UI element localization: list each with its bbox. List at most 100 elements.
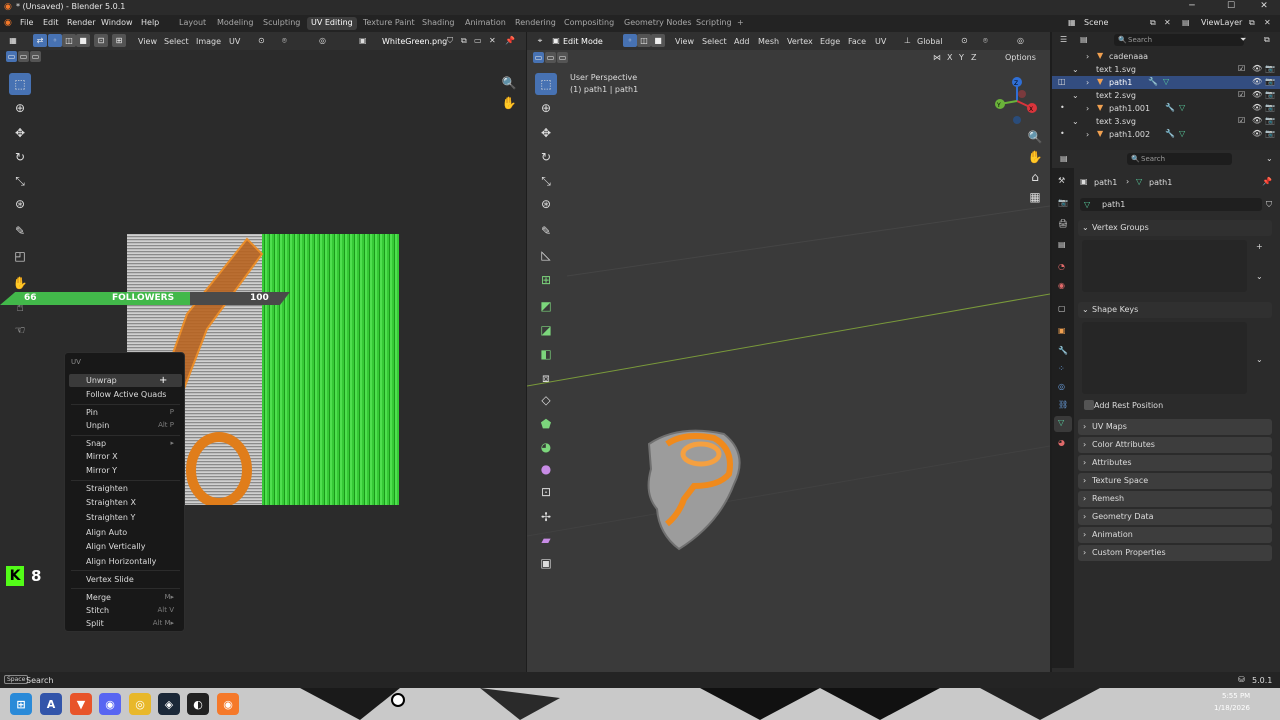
mirror-x-toggle[interactable]: X	[947, 53, 952, 62]
modifier-tab-icon[interactable]: 🔧	[1058, 346, 1068, 355]
menu-item-vertex-slide[interactable]: Vertex Slide	[69, 573, 182, 586]
panel-texture-space[interactable]: › Texture Space	[1078, 473, 1272, 489]
vertex-group-list[interactable]	[1082, 240, 1247, 292]
mirror-z-toggle[interactable]: Z	[971, 53, 976, 62]
collapse-arrow-icon[interactable]: ⌄	[1072, 91, 1079, 100]
menu-face[interactable]: Face	[848, 37, 866, 46]
shape-key-list[interactable]	[1082, 322, 1247, 394]
camera-icon[interactable]: 📷	[1265, 77, 1275, 86]
editor-type-icon[interactable]: ▦	[6, 34, 20, 47]
face-select-button[interactable]: ■	[76, 34, 90, 47]
outliner-search-input[interactable]: 🔍 Search	[1114, 34, 1244, 46]
blender-taskbar-icon[interactable]: ◉	[217, 693, 239, 715]
select-tool[interactable]: ⬚	[9, 73, 31, 95]
vertex-select-button[interactable]: ◦	[623, 34, 637, 47]
tab-sculpting[interactable]: Sculpting	[259, 17, 304, 30]
mesh-data-tab-icon[interactable]: ▽	[1058, 418, 1064, 427]
menu-item-align-horizontally[interactable]: Align Horizontally	[69, 555, 182, 568]
outliner-row-text2[interactable]: ⌄ text 2.svg ☑ 👁 📷	[1052, 89, 1280, 102]
menu-item-merge[interactable]: Merge M▸	[69, 591, 182, 604]
properties-editor-icon[interactable]: ▤	[1060, 154, 1068, 163]
grab-tool[interactable]: ✋	[9, 272, 31, 294]
vertex-select-button[interactable]: ◦	[48, 34, 62, 47]
rotate-tool[interactable]: ↻	[9, 146, 31, 168]
options-dropdown[interactable]: Options	[1005, 53, 1036, 62]
panel-remesh[interactable]: › Remesh	[1078, 491, 1272, 507]
new-scene-icon[interactable]: ⧉	[1150, 18, 1156, 28]
menu-item-mirror-y[interactable]: Mirror Y	[69, 464, 182, 477]
breadcrumb-data[interactable]: path1	[1149, 178, 1172, 187]
menu-item-mirror-x[interactable]: Mirror X	[69, 450, 182, 463]
scene-selector[interactable]: Scene	[1084, 18, 1108, 27]
select-subtract-mode-button[interactable]: ▭	[557, 52, 568, 63]
select-subtract-mode-button[interactable]: ▭	[30, 51, 41, 62]
chrome-icon[interactable]: ◎	[129, 693, 151, 715]
menu-help[interactable]: Help	[141, 18, 159, 27]
options-chevron-icon[interactable]: ⌄	[1266, 154, 1273, 163]
menu-uv[interactable]: UV	[875, 37, 886, 46]
menu-select[interactable]: Select	[164, 37, 189, 46]
cursor-tool[interactable]: ⊕	[9, 97, 31, 119]
menu-edge[interactable]: Edge	[820, 37, 840, 46]
annotate-tool[interactable]: ✎	[9, 220, 31, 242]
checkbox-icon[interactable]: ☑	[1238, 116, 1245, 125]
select-extend-mode-button[interactable]: ▭	[545, 52, 556, 63]
transform-tool[interactable]: ⊛	[9, 193, 31, 215]
camera-icon[interactable]: 📷	[1265, 116, 1275, 125]
outliner-row-cadenaaa[interactable]: › ▼ cadenaaa	[1052, 50, 1280, 63]
collection-tab-icon[interactable]: ▢	[1058, 304, 1066, 313]
view-layer-selector[interactable]: ViewLayer	[1201, 18, 1242, 27]
scene-tab-icon[interactable]: ◔	[1058, 262, 1065, 271]
edit-mode-icon[interactable]: ◫	[1058, 77, 1066, 86]
vertex-group-menu-icon[interactable]: ⌄	[1256, 272, 1263, 281]
zoom-view-icon[interactable]: 🔍	[498, 72, 520, 94]
app-a-icon[interactable]: A	[40, 693, 62, 715]
menu-image[interactable]: Image	[196, 37, 221, 46]
tab-texture-paint[interactable]: Texture Paint	[359, 17, 419, 30]
outliner-row-text1[interactable]: ⌄ text 1.svg ☑ 👁 📷	[1052, 63, 1280, 76]
menu-vertex[interactable]: Vertex	[787, 37, 813, 46]
menu-item-straighten-y[interactable]: Straighten Y	[69, 511, 182, 524]
pivot-icon[interactable]: ⊙	[961, 36, 968, 45]
select-box-mode-button[interactable]: ▭	[6, 51, 17, 62]
camera-icon[interactable]: 📷	[1265, 90, 1275, 99]
menu-window[interactable]: Window	[101, 18, 133, 27]
add-workspace-button[interactable]: +	[733, 17, 748, 30]
world-tab-icon[interactable]: ◉	[1058, 281, 1065, 290]
tab-scripting[interactable]: Scripting	[692, 17, 736, 30]
tool-tab-icon[interactable]: ⚒	[1058, 176, 1065, 185]
eye-icon[interactable]: 👁	[1252, 129, 1262, 138]
minimize-button[interactable]: ─	[1180, 1, 1204, 11]
proportional-edit-icon[interactable]: ◎	[319, 36, 326, 45]
outliner-row-path1-002[interactable]: • › ▼ path1.002 🔧 ▽ 👁 📷	[1052, 128, 1280, 141]
uv-mode-icon[interactable]: ⊞	[112, 34, 126, 47]
image-browse-icon[interactable]: ▣	[359, 36, 367, 45]
menu-item-snap[interactable]: Snap ▸	[69, 437, 182, 450]
orientation-selector[interactable]: Global	[917, 37, 943, 46]
checkbox-icon[interactable]: ☑	[1238, 90, 1245, 99]
filter-icon[interactable]: ⏷	[1240, 35, 1246, 45]
snap-icon[interactable]: ⌾	[282, 36, 287, 46]
panel-animation[interactable]: › Animation	[1078, 527, 1272, 543]
new-view-layer-icon[interactable]: ⧉	[1249, 18, 1255, 28]
unlink-image-icon[interactable]: ✕	[489, 36, 496, 45]
breadcrumb-object[interactable]: path1	[1094, 178, 1117, 187]
menu-item-align-auto[interactable]: Align Auto	[69, 526, 182, 539]
open-image-icon[interactable]: ▭	[474, 36, 482, 45]
menu-add[interactable]: Add	[734, 37, 750, 46]
menu-edit[interactable]: Edit	[43, 18, 59, 27]
checkbox-icon[interactable]: ☑	[1238, 64, 1245, 73]
render-tab-icon[interactable]: 📷	[1058, 198, 1068, 207]
panel-attributes[interactable]: › Attributes	[1078, 455, 1272, 471]
menu-file[interactable]: File	[20, 18, 33, 27]
panel-uv-maps[interactable]: › UV Maps	[1078, 419, 1272, 435]
outliner-editor-icon[interactable]: ☰	[1060, 35, 1067, 44]
tab-compositing[interactable]: Compositing	[560, 17, 618, 30]
pan-view-icon[interactable]: ✋	[498, 92, 520, 114]
brave-browser-icon[interactable]: ▼	[70, 693, 92, 715]
camera-icon[interactable]: 📷	[1265, 64, 1275, 73]
physics-tab-icon[interactable]: ◎	[1058, 382, 1065, 391]
properties-search-input[interactable]: 🔍 Search	[1127, 153, 1232, 165]
github-icon[interactable]: ◐	[187, 693, 209, 715]
face-select-button[interactable]: ■	[651, 34, 665, 47]
